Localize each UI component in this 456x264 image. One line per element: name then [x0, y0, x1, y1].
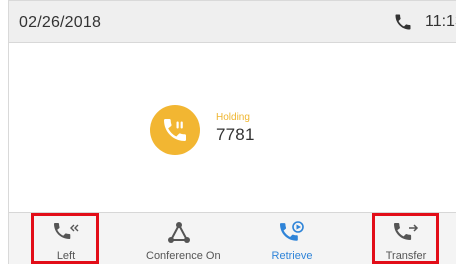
- transfer-softkey-label: Transfer: [385, 250, 427, 262]
- left-softkey-label: Left: [56, 250, 76, 262]
- call-number: 7781: [216, 125, 255, 144]
- conference-icon: [164, 220, 194, 248]
- conference-softkey[interactable]: Conference On: [146, 213, 221, 264]
- phone-left-icon: [51, 220, 81, 248]
- phone-screen: 02/26/2018 11:13 Holding: [0, 0, 456, 264]
- held-call-card: Holding 7781: [150, 105, 310, 155]
- transfer-icon: [391, 220, 421, 248]
- retrieve-call-icon: [277, 220, 307, 248]
- date-display: 02/26/2018: [19, 14, 102, 31]
- softkey-bar: Left Conference On Retrieve Transfer: [9, 212, 456, 264]
- status-right: 11:13: [393, 11, 456, 33]
- call-avatar: [150, 105, 200, 155]
- call-status-label: Holding: [216, 112, 250, 123]
- call-area: Holding 7781: [9, 43, 456, 212]
- status-bar: 02/26/2018 11:13: [9, 1, 456, 43]
- retrieve-softkey[interactable]: Retrieve: [259, 213, 325, 264]
- retrieve-softkey-label: Retrieve: [271, 250, 313, 262]
- phone-icon: [393, 12, 413, 32]
- time-display: 11:13: [425, 13, 456, 30]
- conference-softkey-label: Conference On: [146, 250, 221, 262]
- left-softkey[interactable]: Left: [33, 213, 99, 264]
- transfer-softkey[interactable]: Transfer: [373, 213, 439, 264]
